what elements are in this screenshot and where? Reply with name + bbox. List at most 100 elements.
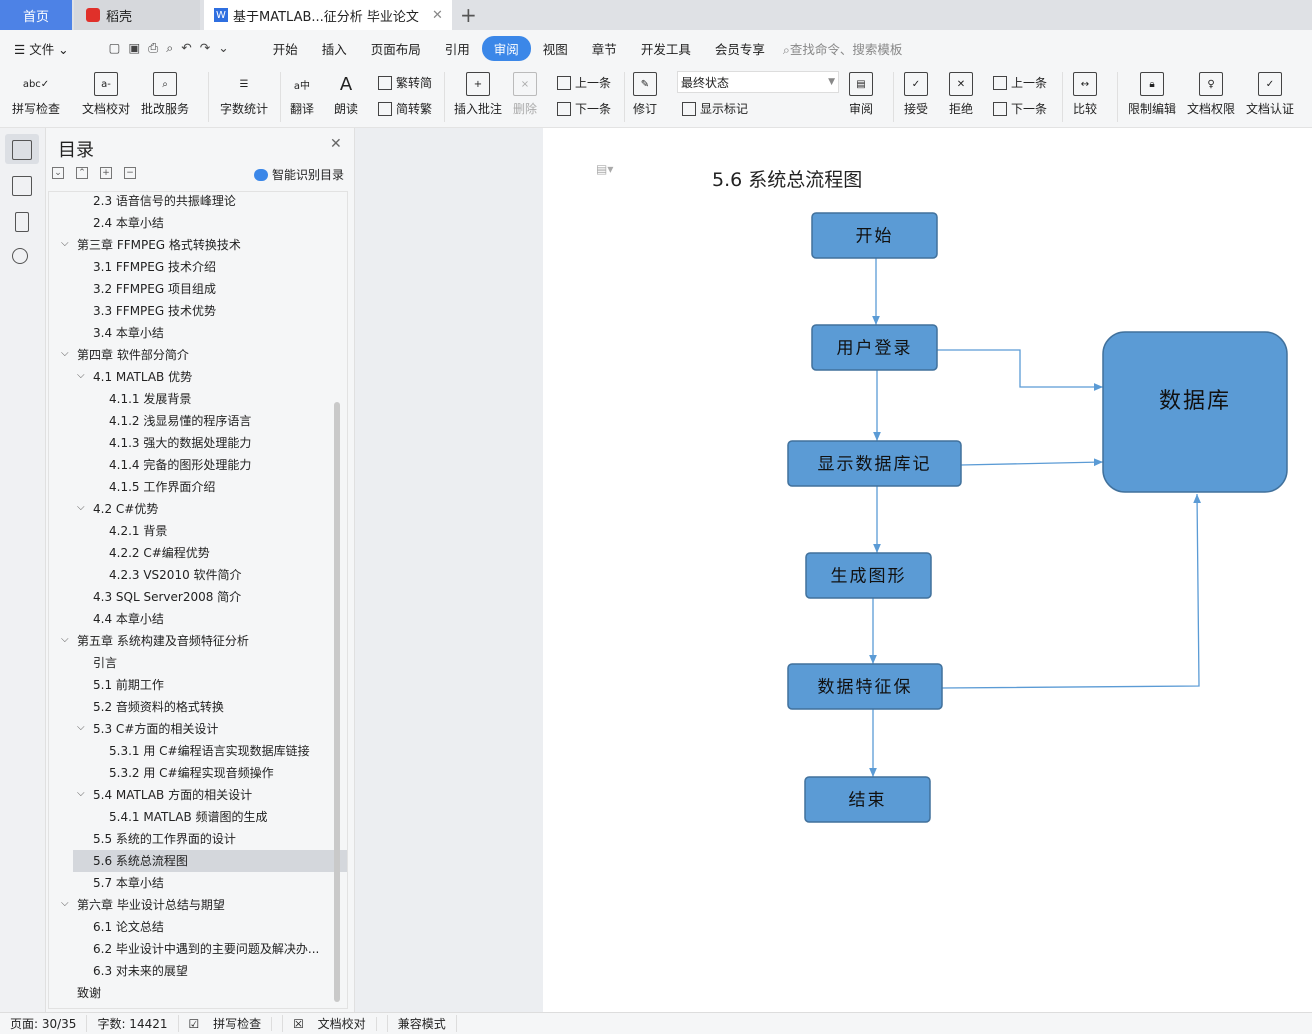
chevron-down-icon[interactable]: ⌵ <box>61 634 69 645</box>
toc-item[interactable]: 4.1.3 强大的数据处理能力 <box>49 432 329 454</box>
restrict-edit-button[interactable]: 🔒︎ 限制编辑 <box>1128 72 1176 117</box>
toc-item[interactable]: 致谢 <box>49 982 329 1004</box>
chevron-down-icon[interactable]: ⌵ <box>77 722 85 733</box>
menu-insert[interactable]: 插入 <box>310 36 359 61</box>
show-marks-button[interactable]: 显示标记 <box>682 100 748 117</box>
prev-comment-button[interactable]: 上一条 <box>557 74 611 91</box>
toc-item[interactable]: 5.4 MATLAB 方面的相关设计 <box>49 784 329 806</box>
menu-dev[interactable]: 开发工具 <box>629 36 703 61</box>
toc-item[interactable]: 6.3 对未来的展望 <box>49 960 329 982</box>
simp-to-trad-button[interactable]: 简转繁 <box>378 100 432 117</box>
menu-layout[interactable]: 页面布局 <box>359 36 433 61</box>
expand-icon[interactable]: ⌃ <box>76 167 88 179</box>
quick-access-icons[interactable]: ▢▣⎙⌕↶↷⌄ <box>109 40 237 56</box>
toc-item[interactable]: 4.4 本章小结 <box>49 608 329 630</box>
navigation-icon[interactable] <box>12 176 32 196</box>
toc-item[interactable]: 4.2.1 背景 <box>49 520 329 542</box>
toc-item[interactable]: 4.1 MATLAB 优势 <box>49 366 329 388</box>
toc-item[interactable]: 4.1.5 工作界面介绍 <box>49 476 329 498</box>
chevron-down-icon[interactable]: ⌵ <box>77 788 85 799</box>
smart-toc-button[interactable]: 智能识别目录 <box>254 166 344 183</box>
translate-button[interactable]: a中 翻译 <box>290 72 314 117</box>
toc-item[interactable]: 引言 <box>49 652 329 674</box>
menu-member[interactable]: 会员专享 <box>703 36 777 61</box>
chevron-down-icon[interactable]: ⌵ <box>77 370 85 381</box>
close-icon[interactable]: ✕ <box>432 8 443 23</box>
toc-item[interactable]: 5.3.2 用 C#编程实现音频操作 <box>49 762 329 784</box>
remove-icon[interactable]: − <box>124 167 136 179</box>
toc-item[interactable]: 2.3 语音信号的共振峰理论 <box>49 192 329 212</box>
compare-button[interactable]: ↔ 比较 <box>1073 72 1097 117</box>
add-icon[interactable]: + <box>100 167 112 179</box>
tab-document[interactable]: W 基于MATLAB...征分析 毕业论文 ✕ <box>204 0 452 30</box>
tab-home[interactable]: 首页 <box>0 0 72 30</box>
close-icon[interactable]: ✕ <box>330 136 342 152</box>
reject-button[interactable]: ✕ 拒绝 <box>949 72 973 117</box>
toc-item[interactable]: 6.2 毕业设计中遇到的主要问题及解决办... <box>49 938 329 960</box>
menu-reference[interactable]: 引用 <box>433 36 482 61</box>
word-count[interactable]: 字数: 14421 <box>87 1015 179 1032</box>
trad-to-simp-button[interactable]: 繁转简 <box>378 74 432 91</box>
menu-start[interactable]: 开始 <box>261 36 310 61</box>
insert-comment-button[interactable]: + 插入批注 <box>454 72 502 117</box>
toc-item[interactable]: 5.5 系统的工作界面的设计 <box>49 828 329 850</box>
tab-daoke[interactable]: 稻壳 <box>74 0 200 30</box>
doc-permission-button[interactable]: ♀ 文档权限 <box>1187 72 1235 117</box>
search-icon[interactable] <box>12 248 28 264</box>
command-search[interactable]: ⌕查找命令、搜索模板 <box>783 39 903 58</box>
toc-scrollbar[interactable] <box>334 402 340 1002</box>
next-change-button[interactable]: 下一条 <box>993 100 1047 117</box>
toc-icon[interactable] <box>12 140 32 160</box>
toc-item[interactable]: 2.4 本章小结 <box>49 212 329 234</box>
toc-item[interactable]: 5.6 系统总流程图 <box>73 850 347 872</box>
chevron-down-icon[interactable]: ⌵ <box>61 898 69 909</box>
toc-item[interactable]: 5.7 本章小结 <box>49 872 329 894</box>
toc-item[interactable]: 5.4.1 MATLAB 频谱图的生成 <box>49 806 329 828</box>
toc-item[interactable]: 4.1.4 完备的图形处理能力 <box>49 454 329 476</box>
toc-item[interactable]: 3.4 本章小结 <box>49 322 329 344</box>
toc-item[interactable]: 4.3 SQL Server2008 简介 <box>49 586 329 608</box>
menu-chapter[interactable]: 章节 <box>580 36 629 61</box>
toc-item[interactable]: 5.3.1 用 C#编程语言实现数据库链接 <box>49 740 329 762</box>
chevron-down-icon[interactable]: ⌵ <box>61 348 69 359</box>
toc-item[interactable]: 4.1.1 发展背景 <box>49 388 329 410</box>
file-menu[interactable]: ☰ 文件 ⌄ <box>14 39 69 58</box>
toc-item[interactable]: 第六章 毕业设计总结与期望 <box>49 894 329 916</box>
read-aloud-button[interactable]: A 朗读 <box>334 72 358 117</box>
prev-change-button[interactable]: 上一条 <box>993 74 1047 91</box>
track-changes-button[interactable]: ✎ 修订 <box>633 72 657 117</box>
chevron-down-icon[interactable]: ⌵ <box>61 238 69 249</box>
word-count-button[interactable]: ☰ 字数统计 <box>220 72 268 117</box>
toc-item[interactable]: 4.2.2 C#编程优势 <box>49 542 329 564</box>
toc-item[interactable]: 3.1 FFMPEG 技术介绍 <box>49 256 329 278</box>
menu-review[interactable]: 审阅 <box>481 35 531 61</box>
menu-view[interactable]: 视图 <box>531 36 580 61</box>
display-state-select[interactable]: 最终状态 ▼ <box>677 71 839 93</box>
toc-item[interactable]: 4.2 C#优势 <box>49 498 329 520</box>
new-tab-button[interactable]: + <box>460 0 477 30</box>
toc-item[interactable]: 5.2 音频资料的格式转换 <box>49 696 329 718</box>
review-pane-button[interactable]: ▤ 审阅 <box>849 72 873 117</box>
correction-service-button[interactable]: ⌕ 批改服务 <box>141 72 189 117</box>
toc-item[interactable]: 第三章 FFMPEG 格式转换技术 <box>49 234 329 256</box>
page-indicator[interactable]: 页面: 30/35 <box>0 1015 88 1032</box>
toc-item[interactable]: 4.2.3 VS2010 软件简介 <box>49 564 329 586</box>
toc-item[interactable]: 5.1 前期工作 <box>49 674 329 696</box>
toc-item[interactable]: 6.1 论文总结 <box>49 916 329 938</box>
status-proofread[interactable]: ☒ 文档校对 <box>283 1015 388 1032</box>
next-comment-button[interactable]: 下一条 <box>557 100 611 117</box>
bookmark-icon[interactable] <box>15 212 29 232</box>
doc-auth-button[interactable]: ✓ 文档认证 <box>1246 72 1294 117</box>
toc-item[interactable]: 5.3 C#方面的相关设计 <box>49 718 329 740</box>
spell-check-button[interactable]: abc✓ 拼写检查 <box>12 72 60 117</box>
status-spell-check[interactable]: ☑ 拼写检查 <box>179 1015 284 1032</box>
chevron-down-icon[interactable]: ⌵ <box>77 502 85 513</box>
delete-comment-button[interactable]: × 删除 <box>513 72 537 117</box>
toc-item[interactable]: 3.2 FFMPEG 项目组成 <box>49 278 329 300</box>
accept-button[interactable]: ✓ 接受 <box>904 72 928 117</box>
collapse-all-icon[interactable]: ⌄ <box>52 167 64 179</box>
toc-item[interactable]: 3.3 FFMPEG 技术优势 <box>49 300 329 322</box>
toc-item[interactable]: 第五章 系统构建及音频特征分析 <box>49 630 329 652</box>
toc-item[interactable]: 4.1.2 浅显易懂的程序语言 <box>49 410 329 432</box>
proofread-button[interactable]: a- 文档校对 <box>82 72 130 117</box>
